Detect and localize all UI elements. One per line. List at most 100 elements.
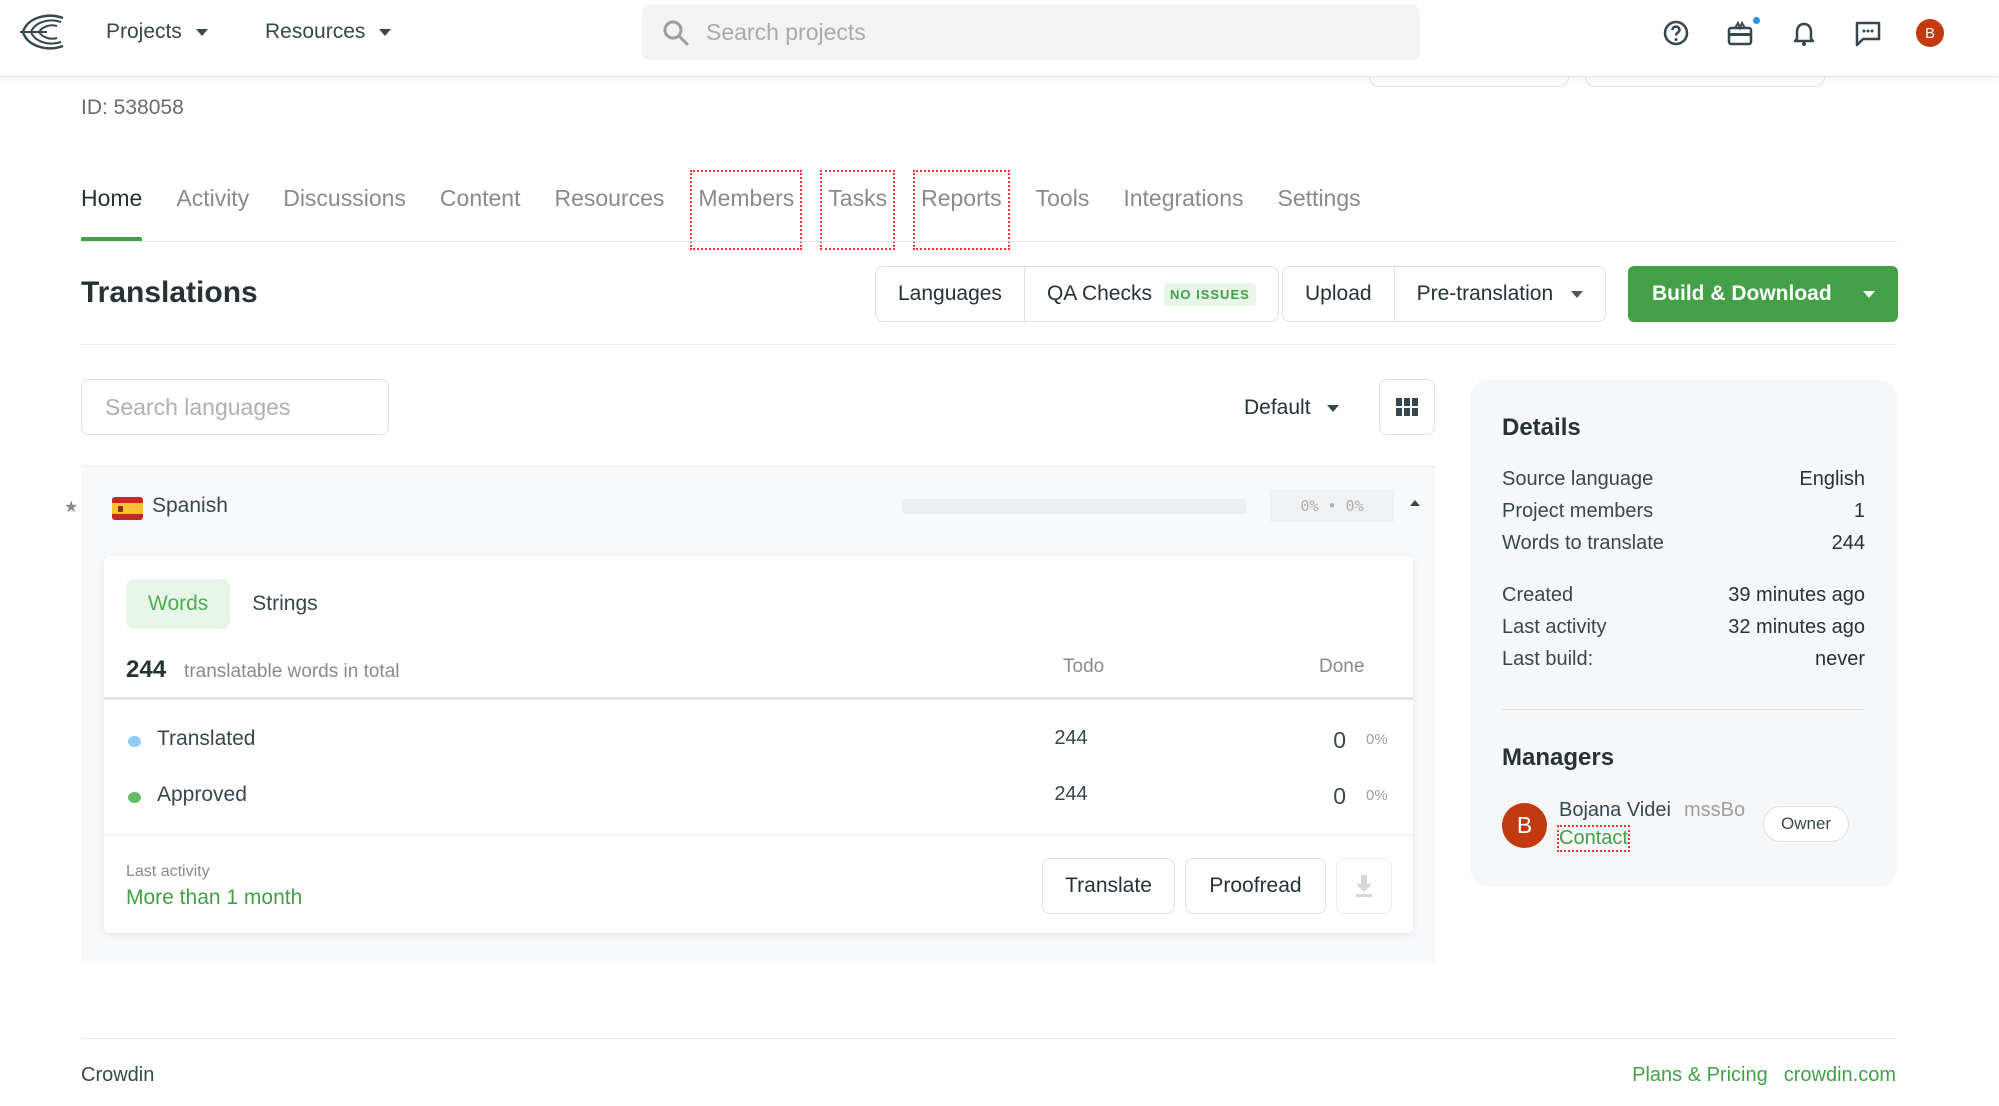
total-count: 244 <box>126 656 167 683</box>
sort-dropdown[interactable]: Default <box>1244 396 1339 420</box>
build-download-dropdown[interactable] <box>1840 266 1898 322</box>
languages-button[interactable]: Languages <box>876 267 1025 321</box>
contact-link[interactable]: Contact <box>1557 825 1630 852</box>
projects-menu-label: Projects <box>106 20 182 43</box>
project-id: ID: 538058 <box>81 96 184 119</box>
detail-value: never <box>1814 648 1865 670</box>
stat-label: Translated <box>157 727 256 750</box>
grid-view-button[interactable] <box>1379 379 1435 435</box>
detail-label: Created <box>1502 584 1574 606</box>
stat-label: Approved <box>157 783 247 806</box>
detail-row: Created 39 minutes ago <box>1502 584 1865 607</box>
tab-settings[interactable]: Settings <box>1278 178 1361 242</box>
qa-checks-label: QA Checks <box>1046 282 1152 305</box>
words-tab[interactable]: Words <box>126 579 231 629</box>
last-activity-value[interactable]: More than 1 month <box>126 886 302 910</box>
proofread-button[interactable]: Proofread <box>1185 858 1326 914</box>
card-divider <box>104 835 1413 836</box>
search-projects-input[interactable] <box>706 19 1306 46</box>
gift-icon[interactable] <box>1724 17 1760 49</box>
tab-resources[interactable]: Resources <box>554 178 664 242</box>
manager-avatar: B <box>1502 803 1547 848</box>
search-icon <box>663 20 689 45</box>
tab-discussions[interactable]: Discussions <box>283 178 406 242</box>
translated-dot-icon <box>128 736 141 747</box>
download-icon <box>1356 875 1372 897</box>
project-tabs: Home Activity Discussions Content Resour… <box>81 170 1395 250</box>
language-name[interactable]: Spanish <box>152 494 228 518</box>
build-download-label: Build & Download <box>1652 282 1832 305</box>
tab-members[interactable]: Members <box>690 170 803 250</box>
pretranslation-button[interactable]: Pre-translation <box>1395 267 1606 321</box>
stat-todo: 244 <box>1054 727 1088 749</box>
user-avatar[interactable]: B <box>1916 19 1944 47</box>
star-icon[interactable]: ★ <box>64 497 78 517</box>
details-title: Details <box>1502 414 1581 441</box>
details-divider <box>1502 709 1865 710</box>
done-header: Done <box>1319 656 1365 677</box>
resources-menu[interactable]: Resources <box>265 20 392 44</box>
tab-activity[interactable]: Activity <box>176 178 249 242</box>
chat-icon[interactable] <box>1852 17 1884 49</box>
language-progress-bar <box>902 499 1247 514</box>
manager-name[interactable]: Bojana Videi <box>1559 799 1671 822</box>
spain-flag-icon <box>112 497 143 520</box>
chevron-down-icon <box>1326 404 1339 412</box>
words-strings-toggle: Words Strings <box>126 579 340 629</box>
top-icons: B <box>1660 17 1944 49</box>
detail-label: Last build: <box>1502 648 1594 670</box>
bell-icon[interactable] <box>1788 17 1820 49</box>
sort-value: Default <box>1244 396 1311 419</box>
chevron-up-icon[interactable] <box>1410 500 1420 506</box>
tabs-divider <box>81 241 1897 242</box>
tab-content[interactable]: Content <box>440 178 521 242</box>
help-icon[interactable] <box>1660 17 1692 49</box>
translate-button[interactable]: Translate <box>1042 858 1175 914</box>
build-download-button[interactable]: Build & Download <box>1628 266 1898 322</box>
languages-qa-group: Languages QA Checks NO ISSUES <box>875 266 1279 322</box>
detail-label: Last activity <box>1502 616 1607 638</box>
detail-row: Last build: never <box>1502 648 1865 671</box>
chevron-down-icon <box>379 28 392 36</box>
search-projects-box[interactable] <box>642 5 1420 60</box>
chevron-down-icon <box>195 28 208 36</box>
projects-menu[interactable]: Projects <box>106 20 208 44</box>
translations-title: Translations <box>81 276 258 309</box>
tab-tasks[interactable]: Tasks <box>820 170 896 250</box>
stat-percent: 0% <box>1366 731 1388 748</box>
stat-done: 0 <box>1333 727 1346 753</box>
managers-title: Managers <box>1502 744 1615 771</box>
card-divider <box>104 697 1413 700</box>
footer-divider <box>81 1038 1897 1039</box>
manager-handle: mssBo <box>1684 799 1746 821</box>
chevron-down-icon <box>1571 290 1584 298</box>
chevron-down-icon <box>1863 290 1875 298</box>
search-languages-input[interactable] <box>81 379 389 435</box>
detail-row: Project members 1 <box>1502 500 1865 523</box>
owner-badge: Owner <box>1763 806 1850 842</box>
detail-value: 32 minutes ago <box>1728 616 1865 638</box>
detail-row: Source language English <box>1502 468 1865 491</box>
stat-todo: 244 <box>1054 783 1088 805</box>
detail-value: 39 minutes ago <box>1728 584 1865 606</box>
tab-reports[interactable]: Reports <box>913 170 1010 250</box>
tab-integrations[interactable]: Integrations <box>1123 178 1243 242</box>
upload-button[interactable]: Upload <box>1283 267 1395 321</box>
footer-brand: Crowdin <box>81 1064 155 1086</box>
qa-checks-button[interactable]: QA Checks NO ISSUES <box>1025 267 1278 321</box>
last-activity-label: Last activity <box>126 863 210 880</box>
details-panel: Details Source language English Project m… <box>1470 380 1897 886</box>
detail-row: Last activity 32 minutes ago <box>1502 616 1865 639</box>
stat-row-translated: Translated 244 0 0% <box>126 727 1391 757</box>
tab-home[interactable]: Home <box>81 178 143 242</box>
tab-tools[interactable]: Tools <box>1036 178 1090 242</box>
section-divider <box>81 344 1897 345</box>
strings-tab[interactable]: Strings <box>230 579 339 629</box>
download-button[interactable] <box>1336 858 1392 914</box>
crowdin-site-link[interactable]: crowdin.com <box>1784 1064 1896 1087</box>
detail-row: Words to translate 244 <box>1502 532 1865 555</box>
plans-pricing-link[interactable]: Plans & Pricing <box>1632 1064 1768 1087</box>
stat-done: 0 <box>1333 783 1346 809</box>
total-label: translatable words in total <box>184 661 400 682</box>
crowdin-logo[interactable] <box>17 12 67 52</box>
